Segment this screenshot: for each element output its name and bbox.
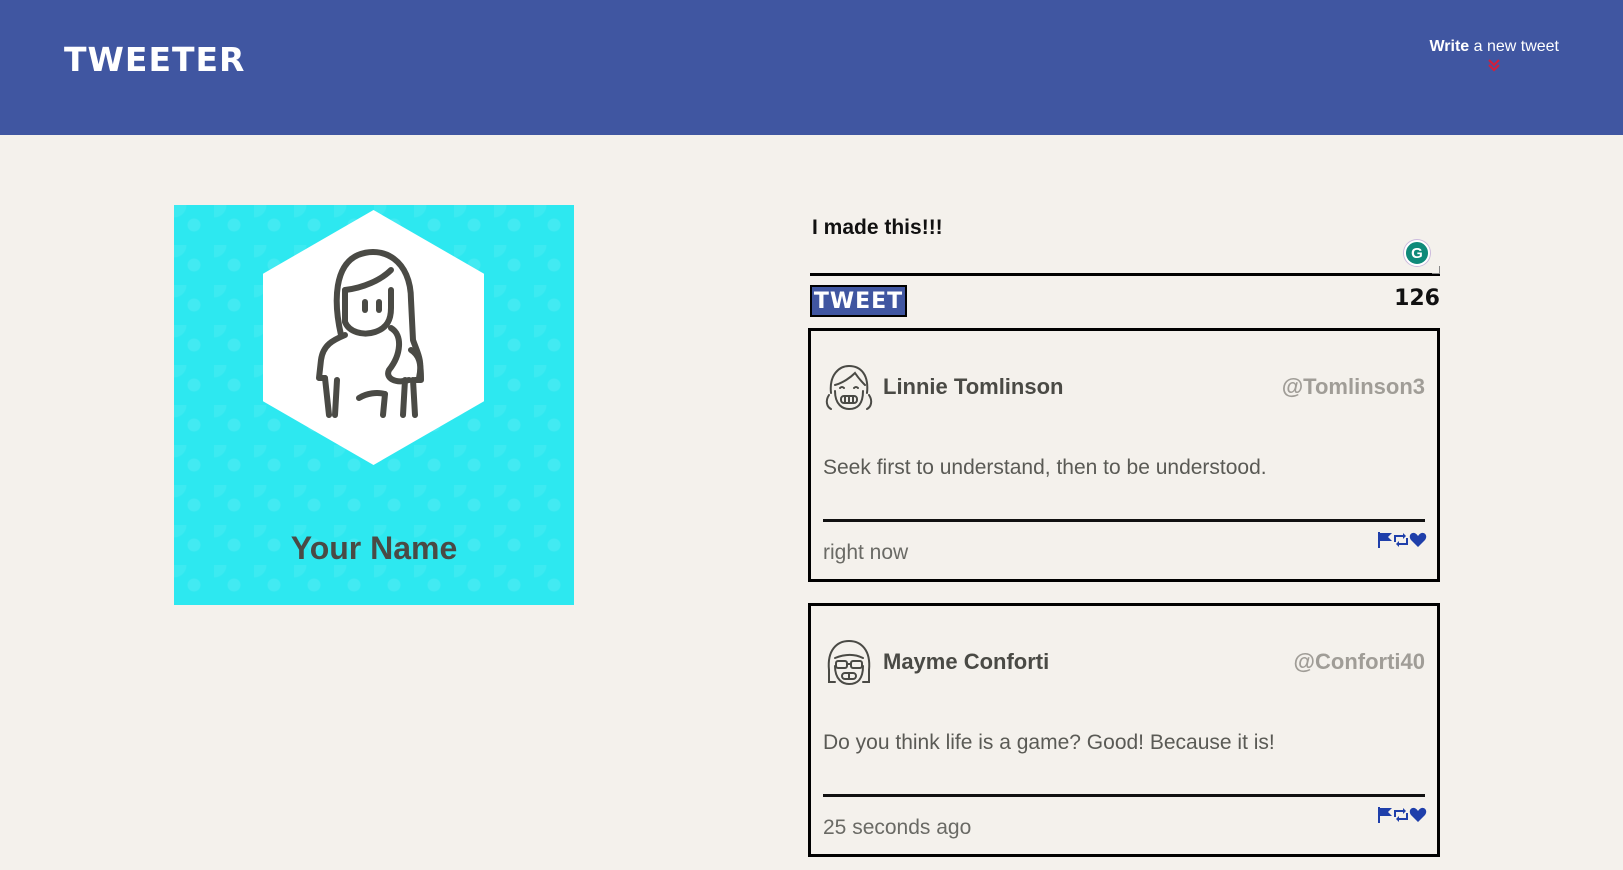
tweet-timestamp: 25 seconds ago	[823, 816, 972, 839]
heart-icon[interactable]	[1409, 806, 1427, 824]
navbar: TWEETER Write a new tweet	[0, 0, 1623, 135]
tweet-text-input[interactable]	[810, 210, 1440, 276]
flag-icon[interactable]	[1377, 806, 1393, 824]
resize-handle[interactable]	[1432, 266, 1440, 274]
tweet-timestamp: right now	[823, 541, 909, 564]
character-counter: 126	[1394, 286, 1440, 311]
tweet-content: Do you think life is a game? Good! Becau…	[823, 731, 1275, 754]
tweet-divider	[823, 794, 1425, 797]
profile-card: Your Name	[174, 205, 574, 605]
profile-avatar-icon	[263, 210, 484, 465]
flag-icon[interactable]	[1377, 531, 1393, 549]
tweet-author-handle: @Tomlinson3	[1281, 374, 1425, 399]
tweet-actions	[1377, 531, 1427, 549]
retweet-icon[interactable]	[1393, 806, 1409, 824]
tweet-author-name: Mayme Conforti	[883, 649, 1050, 674]
tweet-submit-button[interactable]: TWEET	[810, 285, 907, 317]
double-chevron-down-icon[interactable]	[1429, 58, 1559, 73]
new-tweet-form: G TWEET 126	[810, 210, 1440, 317]
tweet-divider	[823, 519, 1425, 522]
tweet-content: Seek first to understand, then to be und…	[823, 456, 1267, 479]
tweet-author-name: Linnie Tomlinson	[883, 374, 1064, 399]
profile-name: Your Name	[290, 530, 458, 566]
tweet-card: Mayme Conforti @Conforti40 Do you think …	[808, 603, 1440, 857]
glasses-girl-avatar-icon	[827, 639, 871, 686]
write-new-tweet-toggle[interactable]: Write a new tweet	[1429, 38, 1559, 73]
compose-link-text: a new tweet	[1469, 38, 1559, 55]
grammarly-icon[interactable]: G	[1404, 240, 1430, 266]
tweet-card: Linnie Tomlinson @Tomlinson3 Seek first …	[808, 328, 1440, 582]
smiling-girl-avatar-icon	[825, 364, 873, 411]
heart-icon[interactable]	[1409, 531, 1427, 549]
tweet-actions	[1377, 806, 1427, 824]
app-logo[interactable]: TWEETER	[64, 40, 245, 79]
compose-link-bold: Write	[1429, 38, 1470, 55]
retweet-icon[interactable]	[1393, 531, 1409, 549]
tweet-author-handle: @Conforti40	[1293, 649, 1425, 674]
